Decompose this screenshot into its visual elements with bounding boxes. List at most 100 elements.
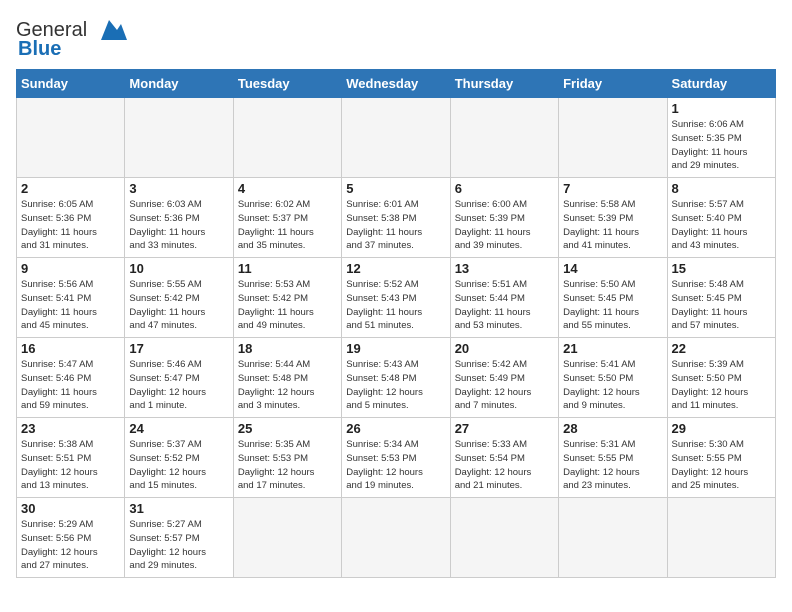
calendar-cell: 8Sunrise: 5:57 AM Sunset: 5:40 PM Daylig…	[667, 178, 775, 258]
sun-info: Sunrise: 5:52 AM Sunset: 5:43 PM Dayligh…	[346, 278, 445, 333]
calendar-table: SundayMondayTuesdayWednesdayThursdayFrid…	[16, 69, 776, 578]
day-number: 13	[455, 261, 554, 276]
calendar-week-3: 16Sunrise: 5:47 AM Sunset: 5:46 PM Dayli…	[17, 338, 776, 418]
sun-info: Sunrise: 5:47 AM Sunset: 5:46 PM Dayligh…	[21, 358, 120, 413]
day-number: 14	[563, 261, 662, 276]
sun-info: Sunrise: 6:00 AM Sunset: 5:39 PM Dayligh…	[455, 198, 554, 253]
calendar-cell: 6Sunrise: 6:00 AM Sunset: 5:39 PM Daylig…	[450, 178, 558, 258]
sun-info: Sunrise: 5:33 AM Sunset: 5:54 PM Dayligh…	[455, 438, 554, 493]
day-number: 19	[346, 341, 445, 356]
calendar-cell: 10 Sunrise: 5:55 AM Sunset: 5:42 PM Dayli…	[125, 258, 233, 338]
day-number: 20	[455, 341, 554, 356]
day-number: 5	[346, 181, 445, 196]
day-number: 12	[346, 261, 445, 276]
sun-info: Sunrise: 6:06 AM Sunset: 5:35 PM Dayligh…	[672, 118, 771, 173]
day-number: 24	[129, 421, 228, 436]
calendar-cell	[450, 98, 558, 178]
day-number: 1	[672, 101, 771, 116]
day-number: 10	[129, 261, 228, 276]
calendar-cell: 21Sunrise: 5:41 AM Sunset: 5:50 PM Dayli…	[559, 338, 667, 418]
sun-info: Sunrise: 5:43 AM Sunset: 5:48 PM Dayligh…	[346, 358, 445, 413]
calendar-cell: 18 Sunrise: 5:44 AM Sunset: 5:48 PM Dayli…	[233, 338, 341, 418]
calendar-cell: 25 Sunrise: 5:35 AM Sunset: 5:53 PM Dayli…	[233, 418, 341, 498]
header-thursday: Thursday	[450, 70, 558, 98]
calendar-cell: 4Sunrise: 6:02 AM Sunset: 5:37 PM Daylig…	[233, 178, 341, 258]
calendar-cell: 31 Sunrise: 5:27 AM Sunset: 5:57 PM Dayli…	[125, 498, 233, 578]
sun-info: Sunrise: 5:50 AM Sunset: 5:45 PM Dayligh…	[563, 278, 662, 333]
calendar-week-2: 9 Sunrise: 5:56 AM Sunset: 5:41 PM Daylig…	[17, 258, 776, 338]
day-number: 3	[129, 181, 228, 196]
sun-info: Sunrise: 5:44 AM Sunset: 5:48 PM Dayligh…	[238, 358, 337, 413]
sun-info: Sunrise: 5:51 AM Sunset: 5:44 PM Dayligh…	[455, 278, 554, 333]
calendar-cell: 30Sunrise: 5:29 AM Sunset: 5:56 PM Dayli…	[17, 498, 125, 578]
calendar-cell	[125, 98, 233, 178]
sun-info: Sunrise: 5:27 AM Sunset: 5:57 PM Dayligh…	[129, 518, 228, 573]
day-number: 8	[672, 181, 771, 196]
calendar-cell: 29Sunrise: 5:30 AM Sunset: 5:55 PM Dayli…	[667, 418, 775, 498]
day-number: 2	[21, 181, 120, 196]
calendar-cell	[667, 498, 775, 578]
sun-info: Sunrise: 5:39 AM Sunset: 5:50 PM Dayligh…	[672, 358, 771, 413]
header-friday: Friday	[559, 70, 667, 98]
sun-info: Sunrise: 6:02 AM Sunset: 5:37 PM Dayligh…	[238, 198, 337, 253]
sun-info: Sunrise: 5:48 AM Sunset: 5:45 PM Dayligh…	[672, 278, 771, 333]
calendar-week-0: 1 Sunrise: 6:06 AM Sunset: 5:35 PM Daylig…	[17, 98, 776, 178]
calendar-week-4: 23Sunrise: 5:38 AM Sunset: 5:51 PM Dayli…	[17, 418, 776, 498]
calendar-cell: 11 Sunrise: 5:53 AM Sunset: 5:42 PM Dayli…	[233, 258, 341, 338]
day-number: 30	[21, 501, 120, 516]
calendar-cell: 28 Sunrise: 5:31 AM Sunset: 5:55 PM Dayli…	[559, 418, 667, 498]
calendar-cell	[342, 98, 450, 178]
sun-info: Sunrise: 6:05 AM Sunset: 5:36 PM Dayligh…	[21, 198, 120, 253]
day-number: 31	[129, 501, 228, 516]
calendar-cell: 16Sunrise: 5:47 AM Sunset: 5:46 PM Dayli…	[17, 338, 125, 418]
day-number: 18	[238, 341, 337, 356]
calendar-cell	[559, 98, 667, 178]
header-saturday: Saturday	[667, 70, 775, 98]
calendar-cell: 12 Sunrise: 5:52 AM Sunset: 5:43 PM Dayli…	[342, 258, 450, 338]
calendar-cell	[233, 498, 341, 578]
sun-info: Sunrise: 5:31 AM Sunset: 5:55 PM Dayligh…	[563, 438, 662, 493]
sun-info: Sunrise: 6:03 AM Sunset: 5:36 PM Dayligh…	[129, 198, 228, 253]
sun-info: Sunrise: 5:41 AM Sunset: 5:50 PM Dayligh…	[563, 358, 662, 413]
sun-info: Sunrise: 5:58 AM Sunset: 5:39 PM Dayligh…	[563, 198, 662, 253]
sun-info: Sunrise: 5:34 AM Sunset: 5:53 PM Dayligh…	[346, 438, 445, 493]
day-number: 28	[563, 421, 662, 436]
calendar-cell: 9 Sunrise: 5:56 AM Sunset: 5:41 PM Daylig…	[17, 258, 125, 338]
day-number: 27	[455, 421, 554, 436]
sun-info: Sunrise: 5:37 AM Sunset: 5:52 PM Dayligh…	[129, 438, 228, 493]
header-wednesday: Wednesday	[342, 70, 450, 98]
calendar-cell: 23Sunrise: 5:38 AM Sunset: 5:51 PM Dayli…	[17, 418, 125, 498]
header: General Blue	[16, 16, 776, 61]
header-monday: Monday	[125, 70, 233, 98]
day-number: 15	[672, 261, 771, 276]
sun-info: Sunrise: 5:30 AM Sunset: 5:55 PM Dayligh…	[672, 438, 771, 493]
sun-info: Sunrise: 5:35 AM Sunset: 5:53 PM Dayligh…	[238, 438, 337, 493]
calendar-cell: 24 Sunrise: 5:37 AM Sunset: 5:52 PM Dayli…	[125, 418, 233, 498]
calendar-cell: 22Sunrise: 5:39 AM Sunset: 5:50 PM Dayli…	[667, 338, 775, 418]
header-sunday: Sunday	[17, 70, 125, 98]
logo-icon	[91, 16, 127, 44]
calendar-header-row: SundayMondayTuesdayWednesdayThursdayFrid…	[17, 70, 776, 98]
calendar-cell: 26Sunrise: 5:34 AM Sunset: 5:53 PM Dayli…	[342, 418, 450, 498]
sun-info: Sunrise: 5:53 AM Sunset: 5:42 PM Dayligh…	[238, 278, 337, 333]
day-number: 11	[238, 261, 337, 276]
day-number: 9	[21, 261, 120, 276]
calendar-cell: 19 Sunrise: 5:43 AM Sunset: 5:48 PM Dayli…	[342, 338, 450, 418]
logo-blue-text: Blue	[18, 38, 61, 61]
sun-info: Sunrise: 5:38 AM Sunset: 5:51 PM Dayligh…	[21, 438, 120, 493]
sun-info: Sunrise: 5:42 AM Sunset: 5:49 PM Dayligh…	[455, 358, 554, 413]
sun-info: Sunrise: 5:56 AM Sunset: 5:41 PM Dayligh…	[21, 278, 120, 333]
calendar-cell	[342, 498, 450, 578]
calendar-cell: 20 Sunrise: 5:42 AM Sunset: 5:49 PM Dayli…	[450, 338, 558, 418]
sun-info: Sunrise: 5:46 AM Sunset: 5:47 PM Dayligh…	[129, 358, 228, 413]
day-number: 7	[563, 181, 662, 196]
calendar-cell	[17, 98, 125, 178]
calendar-cell	[450, 498, 558, 578]
calendar-cell	[559, 498, 667, 578]
calendar-cell: 14 Sunrise: 5:50 AM Sunset: 5:45 PM Dayli…	[559, 258, 667, 338]
sun-info: Sunrise: 5:55 AM Sunset: 5:42 PM Dayligh…	[129, 278, 228, 333]
calendar-cell: 13 Sunrise: 5:51 AM Sunset: 5:44 PM Dayli…	[450, 258, 558, 338]
calendar-cell: 7 Sunrise: 5:58 AM Sunset: 5:39 PM Daylig…	[559, 178, 667, 258]
calendar-cell: 1 Sunrise: 6:06 AM Sunset: 5:35 PM Daylig…	[667, 98, 775, 178]
day-number: 25	[238, 421, 337, 436]
